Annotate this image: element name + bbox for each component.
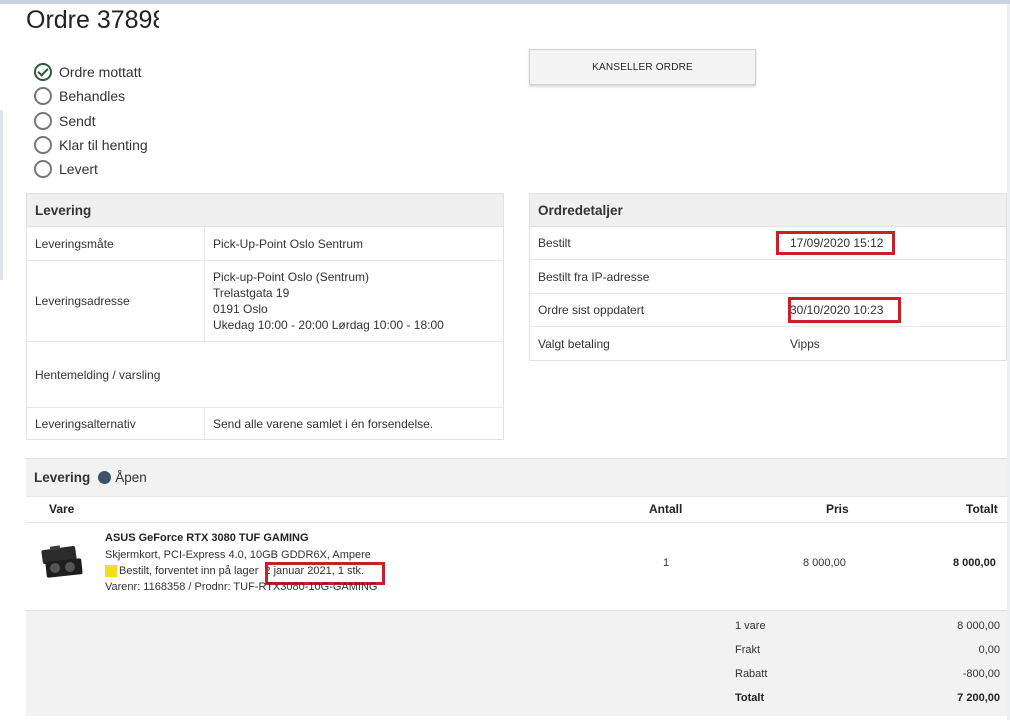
ip-row: Bestilt fra IP-adresse	[530, 260, 1006, 294]
step-ready-for-pickup: Klar til henting	[34, 133, 148, 157]
delivery-method-value: Pick-Up-Point Oslo Sentrum	[213, 236, 364, 251]
col-price: Pris	[826, 502, 849, 516]
shipment-header: Levering Åpen	[26, 458, 1007, 496]
step-label: Levert	[59, 161, 98, 178]
summary-label: 1 vare	[735, 620, 766, 632]
step-label: Klar til henting	[59, 137, 148, 154]
notification-value	[160, 342, 168, 407]
product-description: Skjermkort, PCI-Express 4.0, 10GB GDDR6X…	[105, 549, 371, 561]
stock-indicator-icon	[105, 565, 117, 577]
summary-value: -800,00	[962, 668, 1000, 680]
step-label: Sendt	[59, 112, 96, 129]
item-qty: 1	[663, 557, 670, 569]
summary-value: 7 200,00	[957, 692, 1000, 704]
item-price: 8 000,00	[803, 557, 846, 569]
item-total: 8 000,00	[953, 557, 996, 569]
delivery-option-key: Leveringsalternativ	[27, 408, 205, 439]
summary-label: Totalt	[735, 692, 765, 704]
delivery-method-key: Leveringsmåte	[27, 227, 205, 260]
empty-circle-icon	[34, 160, 52, 179]
summary-value: 8 000,00	[957, 620, 1000, 632]
notification-row: Hentemelding / varsling	[27, 342, 503, 408]
step-label: Ordre mottatt	[59, 64, 142, 81]
ordered-row: Bestilt 17/09/2020 15:12	[530, 227, 1006, 260]
summary-total-row: Totalt 7 200,00	[735, 692, 1000, 704]
updated-key: Ordre sist oppdatert	[538, 303, 645, 317]
order-details-panel: Ordredetaljer Bestilt 17/09/2020 15:12 B…	[529, 193, 1007, 361]
address-line: Pick-up-Point Oslo (Sentrum)	[213, 270, 370, 284]
delivery-panel: Levering Leveringsmåte Pick-Up-Point Osl…	[26, 193, 504, 440]
stock-text: Bestilt, forventet inn på lager	[119, 565, 259, 577]
step-sent: Sendt	[34, 109, 148, 133]
delivery-address-row: Leveringsadresse Pick-up-Point Oslo (Sen…	[27, 261, 503, 342]
status-dot-icon	[98, 471, 112, 484]
delivery-method-row: Leveringsmåte Pick-Up-Point Oslo Sentrum	[27, 227, 503, 261]
ip-value	[782, 260, 790, 293]
step-order-received: Ordre mottatt	[34, 60, 148, 84]
shipment-title: Levering	[34, 470, 91, 485]
payment-key: Valgt betaling	[538, 336, 610, 351]
cancel-order-button[interactable]: KANSELLER ORDRE	[529, 49, 756, 85]
summary-row: Frakt 0,00	[735, 644, 1000, 656]
step-processing: Behandles	[34, 84, 148, 108]
col-total: Totalt	[966, 502, 998, 516]
empty-circle-icon	[34, 111, 52, 130]
summary-row: Rabatt -800,00	[735, 668, 1000, 680]
updated-row: Ordre sist oppdatert 30/10/2020 10:23	[530, 294, 1006, 327]
graphics-card-image	[41, 545, 83, 578]
divider	[26, 522, 1007, 523]
highlight-ordered-date	[776, 231, 895, 255]
empty-circle-icon	[34, 87, 52, 106]
delivery-address-value: Pick-up-Point Oslo (Sentrum) Trelastgata…	[205, 261, 444, 341]
delivery-address-key: Leveringsadresse	[27, 261, 205, 341]
summary-label: Rabatt	[735, 668, 768, 680]
product-refs: Varenr: 1168358 / Prodnr: TUF-RTX3080-10…	[105, 581, 378, 593]
col-qty: Antall	[649, 502, 683, 516]
address-line: 0191 Oslo	[213, 302, 268, 316]
order-progress: Ordre mottatt Behandles Sendt Klar til h…	[34, 60, 148, 181]
summary-value: 0,00	[978, 644, 1000, 656]
payment-row: Valgt betaling Vipps	[530, 327, 1006, 360]
col-item: Vare	[49, 502, 75, 516]
product-name[interactable]: ASUS GeForce RTX 3080 TUF GAMING	[105, 532, 309, 544]
notification-key: Hentemelding / varsling	[35, 367, 161, 382]
check-circle-icon	[34, 63, 52, 82]
summary-label: Frakt	[735, 644, 761, 656]
ordered-key: Bestilt	[538, 236, 571, 250]
page-title: Ordre 37898	[26, 6, 159, 34]
ip-key: Bestilt fra IP-adresse	[538, 269, 650, 284]
top-border	[0, 0, 1010, 4]
step-delivered: Levert	[34, 157, 148, 181]
highlight-updated-date	[788, 297, 901, 323]
delivery-option-row: Leveringsalternativ Send alle varene sam…	[27, 408, 503, 439]
delivery-option-value: Send alle varene samlet i én forsendelse…	[213, 416, 434, 431]
empty-circle-icon	[34, 136, 52, 155]
payment-value: Vipps	[790, 336, 820, 351]
divider	[26, 496, 1007, 497]
step-label: Behandles	[59, 88, 126, 105]
summary-row: 1 vare 8 000,00	[735, 620, 1000, 632]
address-line: Trelastgata 19	[213, 286, 290, 300]
shipment-status: Åpen	[115, 470, 147, 485]
delivery-panel-title: Levering	[27, 194, 503, 227]
address-line: Ukedag 10:00 - 20:00 Lørdag 10:00 - 18:0…	[213, 318, 444, 332]
left-edge	[0, 110, 3, 280]
order-details-title: Ordredetaljer	[530, 194, 1006, 227]
